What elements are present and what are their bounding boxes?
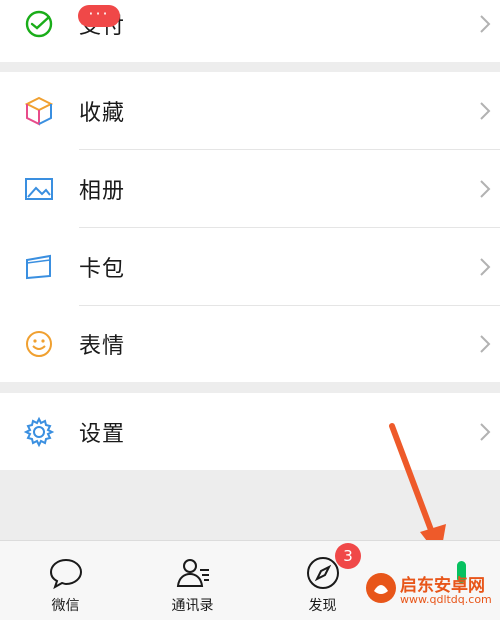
gear-icon	[23, 416, 55, 447]
chevron-right-icon	[480, 179, 491, 198]
cube-icon	[24, 96, 54, 126]
pay-group: 支付	[0, 0, 500, 62]
tab-contacts[interactable]: 通讯录	[130, 541, 255, 620]
chevron-right-icon	[480, 257, 491, 276]
menu-item-label: 设置	[79, 421, 126, 447]
watermark: 启东安卓网 www.qdltdq.com	[364, 569, 494, 613]
watermark-logo-icon	[366, 573, 396, 603]
tab-label: 通讯录	[171, 598, 214, 614]
features-group: 收藏 相册 卡包 表情	[0, 72, 500, 382]
chevron-right-icon	[480, 422, 491, 441]
watermark-url: www.qdltdq.com	[400, 593, 492, 606]
chats-unread-badge: ···	[78, 5, 120, 27]
discover-count-badge: 3	[335, 543, 361, 569]
contacts-person-icon	[176, 559, 209, 587]
menu-item-stickers[interactable]: 表情	[0, 305, 500, 382]
chevron-right-icon	[480, 334, 491, 353]
menu-item-cards[interactable]: 卡包	[0, 228, 500, 305]
picture-icon	[25, 177, 53, 200]
tab-label: 微信	[51, 598, 80, 614]
menu-item-pay[interactable]: 支付	[0, 0, 500, 62]
menu-item-label: 卡包	[79, 256, 126, 282]
chevron-right-icon	[480, 101, 491, 120]
menu-item-label: 收藏	[79, 100, 126, 126]
smiley-icon	[26, 330, 52, 357]
menu-item-label: 相册	[79, 178, 126, 204]
menu-item-album[interactable]: 相册	[0, 150, 500, 227]
tab-chats[interactable]: 微信	[3, 541, 128, 620]
menu-item-label: 表情	[79, 333, 126, 359]
menu-item-favorites[interactable]: 收藏	[0, 72, 500, 149]
wallet-card-icon	[26, 254, 51, 279]
annotation-arrow-icon	[389, 423, 446, 558]
chevron-right-icon	[480, 14, 491, 33]
pay-check-icon	[25, 10, 53, 37]
chat-bubble-icon	[49, 558, 82, 590]
